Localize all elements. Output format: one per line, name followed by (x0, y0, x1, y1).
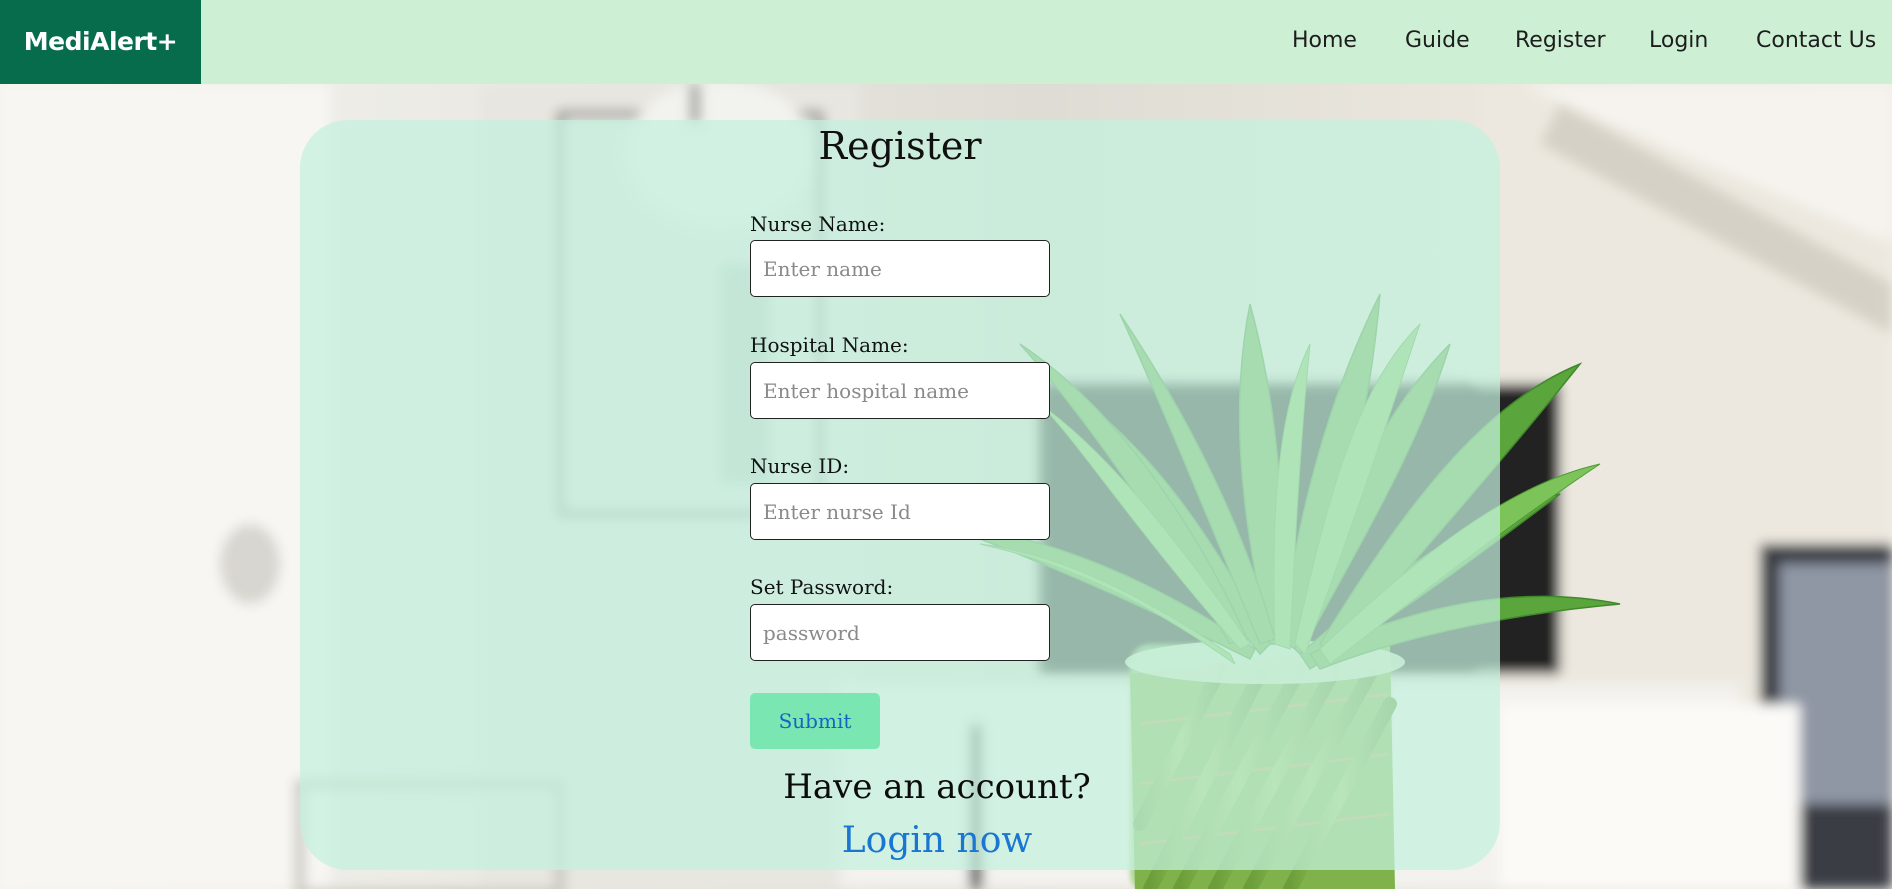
password-input[interactable] (750, 604, 1050, 661)
nav-home[interactable]: Home (1292, 0, 1357, 84)
password-label: Set Password: (750, 575, 894, 599)
nav-guide[interactable]: Guide (1405, 0, 1470, 84)
nav-contact-us[interactable]: Contact Us (1756, 0, 1876, 84)
hospital-name-label: Hospital Name: (750, 333, 909, 357)
nurse-id-input[interactable] (750, 483, 1050, 540)
brand-logo[interactable]: MediAlert+ (0, 0, 201, 84)
nurse-name-label: Nurse Name: (750, 212, 886, 236)
form-title: Register (818, 124, 982, 168)
submit-button[interactable]: Submit (750, 693, 880, 749)
nav-login[interactable]: Login (1649, 0, 1708, 84)
hospital-name-input[interactable] (750, 362, 1050, 419)
have-account-prompt: Have an account? (783, 767, 1091, 807)
nurse-name-input[interactable] (750, 240, 1050, 297)
nav-register[interactable]: Register (1515, 0, 1606, 84)
top-navbar: MediAlert+ Home Guide Register Login Con… (0, 0, 1892, 84)
nurse-id-label: Nurse ID: (750, 454, 850, 478)
login-now-link[interactable]: Login now (650, 820, 1224, 861)
